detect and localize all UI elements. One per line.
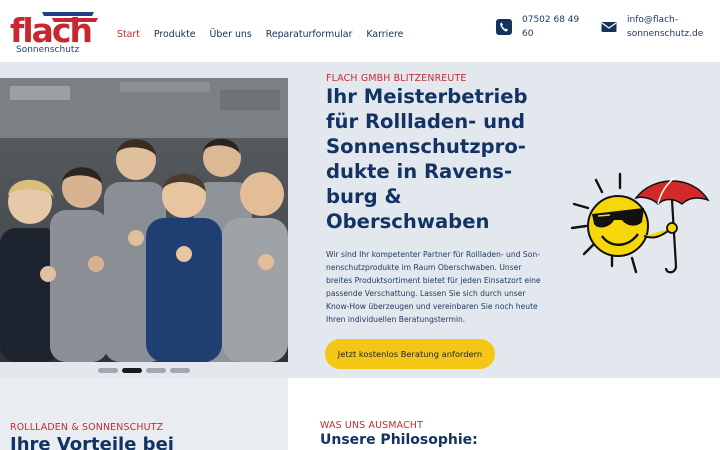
email-line-1: info@flach-: [627, 15, 678, 25]
slider-pagination: [98, 368, 190, 373]
lead-line: Wir sind Ihr kompetenter Partner für Rol…: [326, 250, 540, 259]
nav-item-karriere[interactable]: Karriere: [366, 29, 403, 40]
advantages-eyebrow: ROLLLADEN & SONNENSCHUTZ: [10, 422, 164, 433]
consultation-cta-button[interactable]: Jetzt kostenlos Beratung anfordern: [325, 339, 495, 369]
contact-email[interactable]: info@flach- sonnenschutz.de: [601, 13, 720, 41]
hero-lead-text: Wir sind Ihr kompetenter Partner für Rol…: [326, 248, 558, 326]
phone-icon: [496, 19, 512, 35]
team-photo: [0, 78, 288, 362]
lead-line: passende Verschattung. Lassen Sie sich d…: [326, 289, 526, 298]
advantages-title: Ihre Vorteile bei: [10, 434, 174, 450]
headline-line: burg &: [326, 185, 402, 208]
headline-line: Ihr Meisterbetrieb: [326, 85, 528, 108]
headline-line: dukte in Ravens-: [326, 160, 513, 183]
nav-item-produkte[interactable]: Produkte: [154, 29, 196, 40]
advantages-section: ROLLLADEN & SONNENSCHUTZ Ihre Vorteile b…: [0, 378, 288, 450]
nav-item-ueber-uns[interactable]: Über uns: [210, 29, 252, 40]
mail-icon: [601, 19, 617, 35]
contact-phone[interactable]: 07502 68 49 60: [496, 13, 584, 41]
email-address[interactable]: info@flach- sonnenschutz.de: [627, 13, 720, 41]
lead-line: Ihren individuellen Beratungstermin.: [326, 315, 466, 324]
philosophy-title: Unsere Philosophie:: [320, 432, 478, 448]
sun-mascot-illustration: [566, 170, 712, 282]
slider-dot-3[interactable]: [146, 368, 166, 373]
phone-number[interactable]: 07502 68 49 60: [522, 13, 584, 41]
headline-line: Sonnenschutzpro-: [326, 135, 526, 158]
site-header: flach Sonnenschutz Start Produkte Über u…: [0, 0, 720, 62]
main-navigation: Start Produkte Über uns Reparaturformula…: [117, 29, 417, 40]
phone-line-1: 07502 68 49: [522, 15, 580, 25]
slider-dot-1[interactable]: [98, 368, 118, 373]
nav-item-start[interactable]: Start: [117, 29, 140, 40]
hero-section: FLACH GMBH BLITZENREUTE Ihr Meisterbetri…: [0, 62, 720, 378]
nav-item-reparaturformular[interactable]: Reparaturformular: [266, 29, 353, 40]
lead-line: nenschutzprodukte im Raum Oberschwaben. …: [326, 263, 522, 272]
logo-subtext: Sonnenschutz: [16, 45, 79, 55]
hero-eyebrow: FLACH GMBH BLITZENREUTE: [326, 73, 467, 84]
slider-dot-2[interactable]: [122, 368, 142, 373]
slider-dot-4[interactable]: [170, 368, 190, 373]
philosophy-eyebrow: WAS UNS AUSMACHT: [320, 420, 423, 431]
lead-line: Know-How überzeugen und vereinbaren Sie …: [326, 302, 538, 311]
email-line-2: sonnenschutz.de: [627, 29, 704, 39]
headline-line: Oberschwaben: [326, 210, 490, 233]
philosophy-section: WAS UNS AUSMACHT Unsere Philosophie:: [288, 378, 720, 450]
lead-line: breites Produktsortiment bietet für jede…: [326, 276, 541, 285]
flach-logo[interactable]: flach Sonnenschutz: [8, 8, 102, 56]
phone-line-2: 60: [522, 29, 534, 39]
hero-headline: Ihr Meisterbetrieb für Rollladen- und So…: [326, 84, 566, 234]
headline-line: für Rollladen- und: [326, 110, 526, 133]
